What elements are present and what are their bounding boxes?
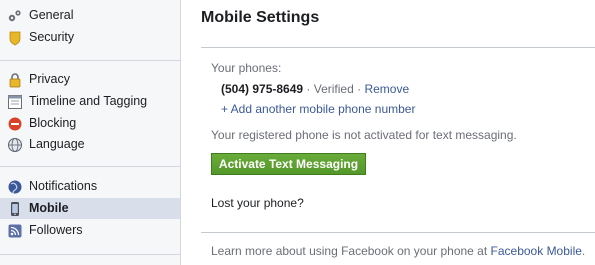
add-phone-link[interactable]: + Add another mobile phone number	[221, 102, 415, 116]
remove-phone-link[interactable]: Remove	[364, 82, 409, 96]
sidebar-item-label: Language	[29, 137, 85, 151]
sidebar-item-notifications[interactable]: Notifications	[0, 176, 180, 197]
phone-row: (504) 975-8649 · Verified · Remove	[221, 82, 409, 96]
settings-page: General Security Privacy Timeline and Ta…	[0, 0, 595, 265]
shield-icon	[7, 30, 23, 46]
main-content: Mobile Settings Your phones: (504) 975-8…	[181, 0, 595, 265]
footer-text: Learn more about using Facebook on your …	[211, 244, 585, 258]
sidebar-item-language[interactable]: Language	[0, 134, 180, 155]
block-icon	[7, 116, 23, 132]
gears-icon	[7, 8, 23, 24]
sidebar-item-label: Security	[29, 30, 75, 44]
text-messaging-notice: Your registered phone is not activated f…	[211, 128, 517, 142]
verified-status: Verified	[313, 82, 354, 96]
sidebar-item-security[interactable]: Security	[0, 27, 180, 48]
sidebar-item-general[interactable]: General	[0, 5, 180, 26]
footer-divider	[201, 232, 595, 233]
sidebar-divider	[0, 254, 180, 255]
mobile-phone-icon	[7, 201, 23, 217]
lost-phone-link[interactable]: Lost your phone?	[211, 196, 304, 210]
sidebar-item-label: Followers	[29, 223, 83, 237]
settings-sidebar: General Security Privacy Timeline and Ta…	[0, 0, 181, 265]
activate-text-messaging-button[interactable]: Activate Text Messaging	[211, 153, 366, 175]
phone-number: (504) 975-8649	[221, 82, 304, 96]
sidebar-divider	[0, 166, 180, 167]
sidebar-item-followers[interactable]: Followers	[0, 220, 180, 241]
footer-period: .	[581, 244, 586, 258]
sidebar-item-blocking[interactable]: Blocking	[0, 113, 180, 134]
sidebar-divider	[0, 60, 180, 61]
sidebar-item-label: Notifications	[29, 179, 98, 193]
phones-label: Your phones:	[211, 61, 282, 75]
lock-icon	[7, 72, 23, 88]
sidebar-item-label: Privacy	[29, 72, 70, 86]
timeline-icon	[7, 94, 23, 110]
title-divider	[201, 47, 595, 48]
page-title: Mobile Settings	[201, 9, 320, 26]
sidebar-item-label: Blocking	[29, 116, 77, 130]
facebook-mobile-link[interactable]: Facebook Mobile	[491, 244, 582, 258]
sidebar-item-timeline-and-tagging[interactable]: Timeline and Tagging	[0, 91, 180, 112]
globe-icon	[7, 137, 23, 153]
sidebar-item-mobile[interactable]: Mobile	[0, 198, 180, 219]
footer-label: Learn more about using Facebook on your …	[211, 244, 491, 258]
sidebar-item-label: Timeline and Tagging	[29, 94, 148, 108]
separator-dot: ·	[306, 82, 311, 96]
sidebar-item-label: General	[29, 8, 74, 22]
sidebar-item-privacy[interactable]: Privacy	[0, 69, 180, 90]
globe-notifications-icon	[7, 179, 23, 195]
sidebar-item-label: Mobile	[29, 201, 69, 215]
rss-icon	[7, 223, 23, 239]
